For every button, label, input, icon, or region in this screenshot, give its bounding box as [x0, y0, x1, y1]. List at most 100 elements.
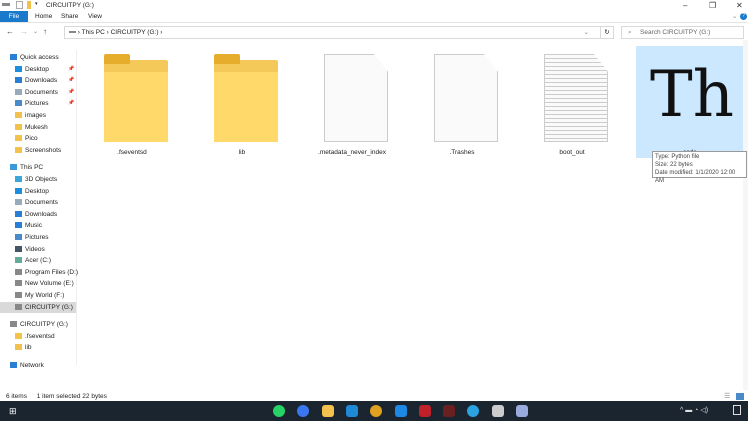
signal-icon[interactable] [297, 405, 310, 417]
sidebar-item-label: Desktop [25, 65, 49, 73]
scrollbar[interactable] [743, 40, 748, 390]
recent-locations-icon[interactable]: ⌄ [33, 28, 38, 35]
sidebar-item[interactable]: Program Files (D:) [0, 267, 79, 278]
refresh-button[interactable]: ↻ [600, 26, 614, 39]
documents-icon [15, 199, 22, 206]
sidebar-item[interactable]: My World (F:) [0, 290, 76, 301]
pin-icon: 📌 [68, 100, 75, 107]
folder-icon [214, 54, 278, 142]
item-count: 6 items [6, 393, 27, 400]
drive-icon [15, 280, 22, 287]
pin-icon: 📌 [68, 65, 75, 72]
folder-icon [15, 332, 22, 339]
sidebar-item[interactable]: .fseventsd [0, 331, 76, 342]
download-icon [15, 77, 22, 84]
sidebar-item[interactable]: Downloads [0, 209, 76, 220]
sidebar-item[interactable]: images [0, 110, 76, 121]
address-bar[interactable]: › This PC › CIRCUITPY (G:) › ⌄ [64, 26, 614, 39]
sidebar-item[interactable]: Downloads 📌 [0, 75, 76, 86]
sidebar-item-label: Network [20, 362, 44, 369]
customize-chevron-icon[interactable]: ▾ [35, 1, 38, 7]
file-item[interactable]: .fseventsd [78, 46, 186, 158]
address-dropdown-icon[interactable]: ⌄ [584, 27, 589, 38]
sidebar-item[interactable]: Pictures [0, 232, 76, 243]
sidebar-item[interactable]: Network [0, 360, 76, 371]
tab-view[interactable]: View [81, 11, 109, 22]
app-blue-icon[interactable] [394, 405, 407, 417]
expand-ribbon-icon[interactable]: ⌄ [732, 12, 737, 20]
folder-icon [15, 146, 22, 153]
file-item[interactable]: lib [188, 46, 296, 158]
file-item[interactable]: .metadata_never_index [298, 46, 406, 158]
sidebar-item[interactable]: New Volume (E:) [0, 278, 76, 289]
pictures-icon [15, 100, 22, 107]
sidebar-item[interactable]: Mukesh [0, 122, 76, 133]
new-folder-icon[interactable] [27, 1, 31, 9]
maximize-button[interactable]: ❐ [709, 1, 716, 10]
desktop-icon [15, 187, 22, 194]
sidebar-item[interactable]: 3D Objects [0, 174, 76, 185]
up-button[interactable]: ↑ [43, 27, 47, 36]
sidebar-item[interactable]: Quick access [0, 52, 76, 63]
sidebar-item[interactable]: CIRCUITPY (G:) [0, 301, 76, 313]
chrome-icon[interactable] [370, 405, 383, 417]
sidebar-item-label: Pictures [25, 234, 49, 241]
pin-icon: 📌 [68, 88, 75, 95]
file-item[interactable]: .Trashes [408, 46, 516, 158]
windows-start-icon[interactable]: ⊞ [9, 406, 17, 417]
file-name: .Trashes [449, 149, 475, 156]
forward-button[interactable]: → [20, 27, 28, 36]
sidebar-item[interactable]: Pictures 📌 [0, 98, 76, 109]
back-button[interactable]: ← [6, 27, 14, 36]
sidebar-item[interactable]: Screenshots [0, 145, 76, 156]
notepad-icon[interactable] [516, 405, 528, 417]
app-v-icon[interactable] [418, 405, 431, 417]
file-icon [324, 54, 388, 142]
thonny-icon[interactable] [491, 405, 504, 417]
whatsapp-icon[interactable] [273, 405, 285, 417]
taskbar: ⊞ ^ ▬ ◔ ◁) [0, 401, 748, 421]
sidebar-item[interactable]: Documents [0, 197, 76, 208]
sidebar-item[interactable]: Desktop 📌 [0, 64, 76, 75]
network-icon [10, 362, 17, 368]
text-file-icon [544, 54, 608, 142]
sidebar-item[interactable]: Documents 📌 [0, 87, 76, 98]
help-icon[interactable]: ? [740, 13, 747, 20]
file-explorer-icon[interactable] [321, 405, 334, 417]
breadcrumb-circuitpy[interactable]: CIRCUITPY (G:) [111, 29, 159, 36]
sidebar-item[interactable]: Pico [0, 133, 76, 144]
file-item[interactable]: Thcode [636, 46, 744, 158]
sidebar-item[interactable]: Acer (C:) [0, 255, 76, 266]
file-icon [434, 54, 498, 142]
minimize-button[interactable]: – [683, 1, 687, 10]
search-input[interactable]: ⌕ Search CIRCUITPY (G:) [621, 26, 744, 39]
sidebar-item[interactable]: CIRCUITPY (G:) [0, 319, 76, 330]
breadcrumb-this-pc[interactable]: This PC [82, 29, 105, 36]
documents-icon [15, 88, 22, 95]
app-dark-icon[interactable] [443, 405, 456, 417]
system-tray-icons[interactable]: ^ ▬ ◔ ◁) [680, 406, 708, 414]
file-item[interactable]: boot_out [518, 46, 626, 158]
tab-file[interactable]: File [0, 11, 28, 22]
drive-icon [15, 303, 22, 310]
drive-icon [10, 321, 17, 328]
file-name: boot_out [559, 149, 585, 156]
file-list: .fseventsd lib .metadata_never_index .Trash… [78, 40, 744, 390]
close-button[interactable]: ✕ [736, 1, 743, 10]
sidebar-item[interactable]: Videos [0, 244, 76, 255]
sidebar-item-label: Program Files (D:) [25, 268, 79, 276]
telegram-icon[interactable] [467, 405, 480, 417]
vscode-icon[interactable] [345, 405, 358, 417]
file-name: .metadata_never_index [318, 149, 386, 156]
sidebar-item[interactable]: lib [0, 342, 76, 353]
large-icons-view-button[interactable] [736, 393, 744, 400]
sidebar-item-label: Screenshots [25, 146, 62, 154]
sidebar-item-label: Pico [25, 135, 38, 143]
sidebar-item[interactable]: Desktop [0, 186, 76, 197]
properties-icon[interactable] [16, 1, 23, 9]
notification-icon[interactable] [733, 405, 741, 415]
thonny-python-file-icon: Th [650, 58, 734, 132]
details-view-button[interactable]: ☰ [724, 392, 730, 400]
sidebar-item[interactable]: Music [0, 220, 76, 231]
sidebar-item[interactable]: This PC [0, 162, 76, 173]
